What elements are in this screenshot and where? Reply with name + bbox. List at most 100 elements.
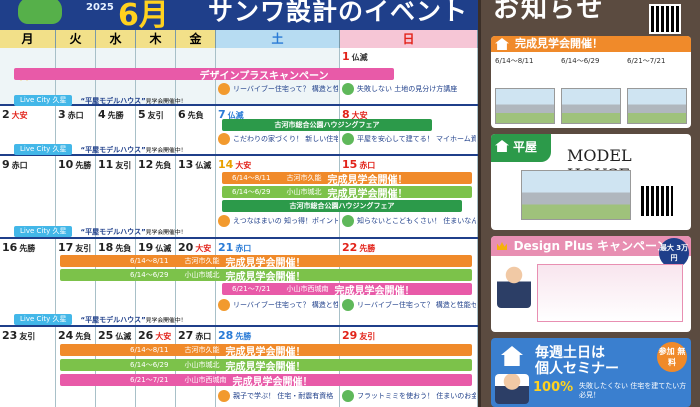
kansei-bar-koga[interactable]: 6/14～8/11 古河市久能 完成見学会開催！ [222, 172, 472, 184]
seminar-event[interactable]: 失敗しない 土地の見分け方講座 [342, 81, 476, 97]
staff-avatar [495, 374, 529, 404]
model-house-bar[interactable]: Live City 久星 “平屋モデルハウス” 見学会開催中！ [14, 95, 186, 106]
model-house-bar[interactable]: Live City 久星 “平屋モデルハウス” 見学会開催中！ [14, 144, 186, 155]
week-row: 16 先勝 17 友引 18 先負 19 仏滅 20 大安 21 赤口 22 先勝 6/14～… [0, 239, 478, 327]
day-number: 4 先勝 [98, 108, 124, 121]
seminar-event[interactable]: こだわりの家づくり！ 新しい住宅の流れセミナー [218, 131, 338, 147]
header-year: 2025 [86, 2, 114, 13]
house-photo [495, 88, 555, 124]
day-number: 11 友引 [98, 158, 132, 171]
house-icon [495, 38, 509, 50]
kansei-bar-nishijonan[interactable]: 6/21～7/21 小山市西城南 完成見学会開催！ [60, 374, 472, 386]
design-plus-campaign-bar[interactable]: デザインプラスキャンペーン [14, 68, 394, 80]
day-number: 6 先負 [178, 108, 204, 121]
day-number: 22 先勝 [342, 241, 376, 254]
design-plus-box[interactable]: Design Plus キャンペーン 最大 3万円 [491, 236, 691, 332]
event-calendar-page: 2025 6月 サンワ設計のイベント 月 火 水 木 金 土 日 1 仏滅 デザイ… [0, 0, 700, 407]
seminar-icon [218, 299, 230, 311]
seminar-percent: 100% [533, 380, 574, 395]
model-house-bar[interactable]: Live City 久星 “平屋モデルハウス” 見学会開催中！ [14, 226, 186, 237]
day-header-wed: 水 [96, 30, 136, 48]
day-number: 12 先負 [138, 158, 172, 171]
day-cell[interactable]: 10 先勝 [56, 156, 96, 237]
kansei-bar-oyama[interactable]: 6/14～6/29 小山市城北 完成見学会開催！ [60, 359, 472, 371]
day-cell[interactable]: 20 大安 [176, 239, 216, 325]
qr-code-icon[interactable] [641, 186, 673, 216]
day-number: 17 友引 [58, 241, 92, 254]
day-number: 28 先勝 [218, 329, 252, 342]
seminar-event[interactable]: リーバイブー住宅って？ 構造と性能セミナー [218, 297, 338, 313]
seminar-line2: 個人セミナー [535, 361, 619, 377]
day-cell[interactable]: 19 仏滅 [136, 239, 176, 325]
housing-fair-bar[interactable]: 古河市総合公園ハウジングフェア [222, 200, 462, 212]
day-header-tue: 火 [56, 30, 96, 48]
seminar-event[interactable]: 平屋を安心して建てる！ マイホーム資金講座 [342, 131, 476, 147]
week-row: 2 大安 3 赤口 4 先勝 5 友引 6 先負 7 仏滅 8 大安 古河市総合公園ハウジング… [0, 106, 478, 156]
day-number: 16 先勝 [2, 241, 36, 254]
day-header-sun: 日 [340, 30, 478, 48]
kansei-bar-oyama[interactable]: 6/14～6/29 小山市城北 完成見学会開催！ [60, 269, 472, 281]
day-cell[interactable]: 17 友引 [56, 239, 96, 325]
seminar-event[interactable]: えつなほまいの 知っ得！ポイント解説会 [218, 213, 338, 229]
week-row: 23 友引 24 先負 25 仏滅 26 大安 27 赤口 28 先勝 29 友引 6/14～… [0, 327, 478, 407]
day-cell[interactable]: 9 赤口 [0, 156, 56, 237]
day-number: 24 先負 [58, 329, 92, 342]
seminar-icon [342, 215, 354, 227]
model-house-bar[interactable]: Live City 久星 “平屋モデルハウス” 見学会開催中！ [14, 314, 186, 325]
seminar-event[interactable]: リーバイブー住宅って？ 構造と性能セミナー [342, 297, 476, 313]
day-number: 14 大安 [218, 158, 252, 171]
period-text: 6/14～6/29 [561, 57, 600, 65]
kansei-bar-koga[interactable]: 6/14～8/11 古河市久能 完成見学会開催！ [60, 344, 472, 356]
seminar-event[interactable]: フラットミミを使おう！ 住まいのお金セミナー [342, 388, 476, 404]
housing-fair-bar[interactable]: 古河市総合公園ハウジングフェア [222, 119, 432, 131]
day-number: 1 仏滅 [342, 50, 368, 63]
seminar-copy: 失敗したくない 住宅を建てたい方必見！ [579, 382, 687, 399]
day-cell[interactable]: 13 仏滅 [176, 156, 216, 237]
notice-title: お知らせ [493, 0, 605, 24]
day-header-thu: 木 [136, 30, 176, 48]
notice-panel: お知らせ 完成見学会開催！ 6/14～8/11 6/14～6/29 6/21～7… [478, 0, 700, 407]
mascot-icon [18, 0, 62, 24]
seminar-icon [218, 215, 230, 227]
seminar-icon [342, 390, 354, 402]
seminar-event[interactable]: 知らないとこどもくさい！ 住まいなんでも相談会 [342, 213, 476, 229]
seminar-icon [342, 83, 354, 95]
day-cell[interactable]: 12 先負 [136, 156, 176, 237]
day-header-fri: 金 [176, 30, 216, 48]
campaign-visual [537, 264, 683, 322]
day-number: 10 先勝 [58, 158, 92, 171]
staff-avatar [497, 264, 531, 308]
kansei-bar-koga[interactable]: 6/14～8/11 古河市久能 完成見学会開催！ [60, 255, 472, 267]
day-number: 29 友引 [342, 329, 376, 342]
house-photo [627, 88, 687, 124]
seminar-icon [342, 299, 354, 311]
day-number: 18 先負 [98, 241, 132, 254]
seminar-icon [218, 390, 230, 402]
day-cell[interactable]: 16 先勝 [0, 239, 56, 325]
kansei-bar-oyama[interactable]: 6/14～6/29 小山市城北 完成見学会開催！ [222, 186, 472, 198]
house-icon [501, 346, 523, 366]
day-number: 5 友引 [138, 108, 164, 121]
kansei-notice-header: 完成見学会開催！ [491, 36, 691, 52]
qr-code-icon[interactable] [649, 4, 681, 34]
day-number: 2 大安 [2, 108, 28, 121]
seminar-icon [218, 133, 230, 145]
day-number: 20 大安 [178, 241, 212, 254]
day-number: 27 赤口 [178, 329, 212, 342]
kansei-notice-box[interactable]: 完成見学会開催！ 6/14～8/11 6/14～6/29 6/21～7/21 [491, 36, 691, 128]
day-number: 19 仏滅 [138, 241, 172, 254]
model-house-box[interactable]: 平屋 MODEL HOUSE [491, 134, 691, 230]
seminar-box[interactable]: 毎週土日は 個人セミナー 参加 無料 100% 失敗したくない 住宅を建てたい方… [491, 338, 691, 407]
kansei-bar-nishijonan[interactable]: 6/21～7/21 小山市西城南 完成見学会開催！ [222, 283, 472, 295]
seminar-event[interactable]: リーバイブー住宅って？ 構造と性能セミナー [218, 81, 338, 97]
seminar-icon [218, 83, 230, 95]
day-cell[interactable]: 11 友引 [96, 156, 136, 237]
day-cell[interactable]: 18 先負 [96, 239, 136, 325]
free-badge: 参加 無料 [657, 342, 687, 372]
day-number: 13 仏滅 [178, 158, 212, 171]
day-header-sat: 土 [216, 30, 340, 48]
seminar-event[interactable]: 親子で学ぶ！ 住宅・耐震有資格 [218, 388, 338, 404]
day-number: 3 赤口 [58, 108, 84, 121]
period-text: 6/21～7/21 [627, 57, 666, 65]
day-cell[interactable]: 23 友引 [0, 327, 56, 407]
